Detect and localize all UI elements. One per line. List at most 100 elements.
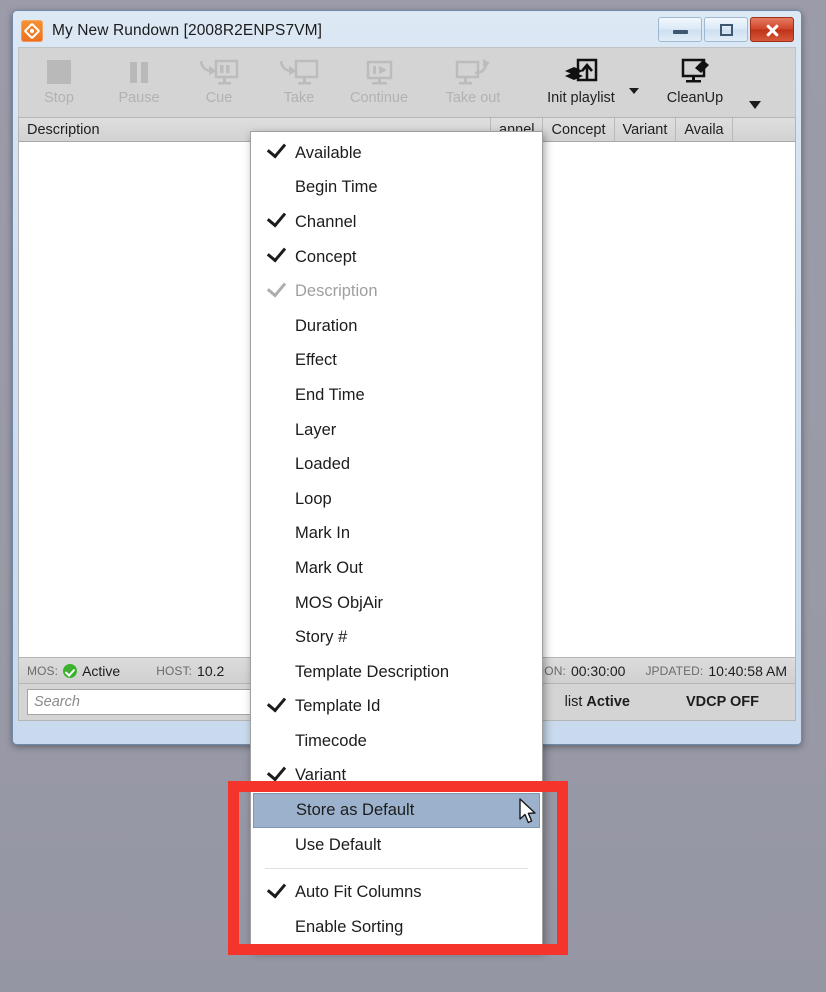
toolbar-button-init-playlist[interactable]: Init playlist	[527, 48, 635, 116]
menu-item-description: Description	[251, 274, 542, 309]
toolbar-label-init-playlist: Init playlist	[547, 90, 615, 106]
toolbar-button-stop[interactable]: Stop	[19, 48, 99, 116]
viz-diamond-icon	[21, 20, 43, 42]
menu-item-label: Enable Sorting	[295, 917, 404, 936]
menu-item-template-description[interactable]: Template Description	[251, 655, 542, 690]
toolbar-button-take[interactable]: Take	[259, 48, 339, 116]
minimize-icon	[672, 30, 688, 34]
menu-item-loop[interactable]: Loop	[251, 482, 542, 517]
menu-item-label: Duration	[295, 316, 358, 335]
vdcp-status: VDCP OFF	[685, 694, 759, 710]
menu-item-label: Template Id	[295, 697, 381, 716]
menu-item-template-id[interactable]: Template Id	[251, 690, 542, 725]
playlist-status: list Active	[565, 694, 630, 710]
cleanup-icon	[675, 56, 715, 88]
take-out-icon	[453, 56, 493, 88]
menu-item-variant[interactable]: Variant	[251, 759, 542, 794]
menu-item-label: Channel	[295, 212, 357, 231]
playlist-status-value: Active	[586, 694, 630, 710]
menu-item-mos-objair[interactable]: MOS ObjAir	[251, 586, 542, 621]
column-header-variant[interactable]: Variant	[615, 118, 677, 141]
menu-item-label: Store as Default	[296, 801, 415, 820]
menu-separator	[265, 868, 528, 870]
menu-item-effect[interactable]: Effect	[251, 344, 542, 379]
menu-item-label: Available	[295, 143, 362, 162]
toolbar-button-continue[interactable]: Continue	[339, 48, 419, 116]
arrow-cursor	[519, 798, 537, 825]
cue-icon	[199, 56, 239, 88]
menu-item-label: Effect	[295, 351, 337, 370]
toolbar-button-cue[interactable]: Cue	[179, 48, 259, 116]
menu-item-duration[interactable]: Duration	[251, 309, 542, 344]
init-playlist-icon	[561, 56, 601, 88]
toolbar-button-pause[interactable]: Pause	[99, 48, 179, 116]
toolbar-button-cleanup[interactable]: CleanUp	[641, 48, 749, 116]
menu-item-label: Layer	[295, 420, 337, 439]
toolbar-button-take-out[interactable]: Take out	[419, 48, 527, 116]
checkmark-icon	[257, 277, 295, 300]
toolbar-label-stop: Stop	[44, 90, 74, 106]
close-icon	[765, 23, 779, 37]
menu-item-begin-time[interactable]: Begin Time	[251, 171, 542, 206]
toolbar-label-take-out: Take out	[445, 90, 501, 106]
take-icon	[279, 56, 319, 88]
pause-icon	[128, 56, 150, 88]
maximize-icon	[719, 23, 733, 36]
status-mos-value: Active	[82, 662, 121, 679]
minimize-button[interactable]	[658, 17, 702, 42]
status-mos-key: MOS:	[27, 663, 59, 678]
menu-item-layer[interactable]: Layer	[251, 413, 542, 448]
menu-item-label: Loop	[295, 489, 332, 508]
menu-item-label: Loaded	[295, 455, 351, 474]
continue-icon	[361, 56, 397, 88]
toolbar-label-continue: Continue	[349, 90, 409, 106]
chevron-down-icon[interactable]	[749, 101, 761, 109]
toolbar-label-cleanup: CleanUp	[666, 90, 724, 106]
maximize-button[interactable]	[704, 17, 748, 42]
close-button[interactable]	[750, 17, 794, 42]
menu-item-label: Story #	[295, 628, 348, 647]
search-placeholder: Search	[34, 694, 80, 710]
playlist-status-prefix: list	[564, 694, 583, 710]
stop-icon	[47, 56, 71, 88]
status-updated-key: JPDATED:	[645, 663, 704, 678]
menu-item-label: Auto Fit Columns	[295, 883, 422, 902]
main-toolbar: Stop Pause Cue Take Continue Take out In…	[18, 47, 796, 117]
menu-item-label: Mark In	[295, 524, 351, 543]
column-header-available[interactable]: Availa	[676, 118, 733, 141]
menu-item-channel[interactable]: Channel	[251, 205, 542, 240]
menu-item-label: Mark Out	[295, 558, 363, 577]
menu-item-available[interactable]: Available	[251, 136, 542, 171]
init-playlist-dropdown-icon[interactable]	[629, 88, 639, 94]
checkmark-icon	[257, 242, 295, 265]
menu-item-mark-in[interactable]: Mark In	[251, 517, 542, 552]
status-host-value: 10.2	[197, 662, 225, 679]
checkmark-icon	[257, 878, 295, 901]
window-controls	[658, 17, 794, 42]
search-input[interactable]: Search	[27, 689, 277, 715]
menu-item-label: Timecode	[295, 731, 367, 750]
menu-item-end-time[interactable]: End Time	[251, 378, 542, 413]
menu-item-story[interactable]: Story #	[251, 620, 542, 655]
menu-item-enable-sorting[interactable]: Enable Sorting	[251, 910, 542, 945]
column-chooser-context-menu[interactable]: Available Begin Time Channel Concept Descrip…	[250, 131, 543, 950]
checkmark-icon	[257, 138, 295, 161]
menu-item-use-default[interactable]: Use Default	[251, 828, 542, 863]
menu-item-label: End Time	[295, 385, 365, 404]
window-title: My New Rundown [2008R2ENPS7VM]	[52, 22, 323, 39]
menu-item-label: MOS ObjAir	[295, 593, 384, 612]
toolbar-label-pause: Pause	[118, 90, 160, 106]
title-bar[interactable]: My New Rundown [2008R2ENPS7VM]	[18, 15, 796, 47]
menu-item-auto-fit-columns[interactable]: Auto Fit Columns	[251, 875, 542, 910]
green-check-icon	[63, 663, 78, 678]
menu-item-label: Variant	[295, 766, 347, 785]
menu-item-mark-out[interactable]: Mark Out	[251, 551, 542, 586]
status-host-key: HOST:	[156, 663, 193, 678]
menu-item-timecode[interactable]: Timecode	[251, 724, 542, 759]
menu-item-store-as-default[interactable]: Store as Default	[253, 793, 540, 828]
menu-item-loaded[interactable]: Loaded	[251, 447, 542, 482]
toolbar-label-take: Take	[283, 90, 315, 106]
menu-item-concept[interactable]: Concept	[251, 240, 542, 275]
status-updated-value: 10:40:58 AM	[708, 662, 787, 679]
column-header-concept[interactable]: Concept	[543, 118, 615, 141]
